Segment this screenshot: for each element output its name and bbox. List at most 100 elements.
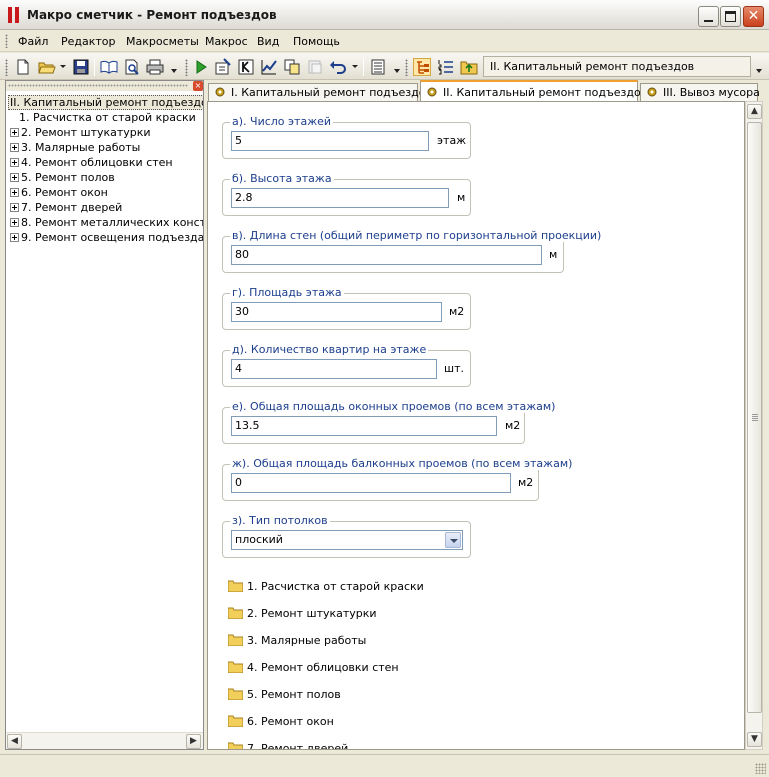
toolbar-grip-icon[interactable] <box>185 59 188 76</box>
pane-grip-icon[interactable] <box>8 84 188 87</box>
copy-icon[interactable] <box>283 58 301 76</box>
tree-item[interactable]: 1. Расчистка от старой краски <box>19 110 196 125</box>
field-group-floors: а). Число этажей 5 этаж <box>222 116 471 159</box>
toolbar-separator <box>363 58 364 76</box>
scroll-down-icon[interactable]: ▼ <box>747 732 762 747</box>
tree-item[interactable]: 6. Ремонт окон <box>10 185 108 200</box>
floors-input[interactable]: 5 <box>231 131 429 151</box>
form-panel: а). Число этажей 5 этаж б). Высота этажа… <box>207 101 745 750</box>
title-bar[interactable]: Макро сметчик - Ремонт подъездов ✕ <box>0 0 769 30</box>
menu-macro[interactable]: Макрос <box>205 35 248 48</box>
scroll-right-icon[interactable]: ▶ <box>186 734 201 749</box>
tab-capital-repair-2[interactable]: II. Капитальный ремонт подъездов <box>420 80 647 102</box>
apartments-input[interactable]: 4 <box>231 359 437 379</box>
print-preview-icon[interactable] <box>123 58 141 76</box>
tree-item[interactable]: 3. Малярные работы <box>10 140 140 155</box>
window-area-input[interactable]: 13.5 <box>231 416 497 436</box>
field-group-balcony-area: ж). Общая площадь балконных проемов (по … <box>222 458 575 501</box>
new-document-icon[interactable] <box>14 58 32 76</box>
tab-capital-repair-1[interactable]: I. Капитальный ремонт подъездов <box>208 83 432 102</box>
expand-icon[interactable] <box>10 188 19 197</box>
properties-icon[interactable] <box>214 58 232 76</box>
field-legend: з). Тип потолков <box>230 514 330 527</box>
menu-file[interactable]: Файл <box>18 35 48 48</box>
menu-grip-icon[interactable] <box>5 34 8 48</box>
tree-item[interactable]: 4. Ремонт облицовки стен <box>10 155 173 170</box>
toolbar-grip-icon[interactable] <box>405 59 408 76</box>
scroll-thumb[interactable] <box>747 122 762 713</box>
field-legend: а). Число этажей <box>230 115 334 128</box>
expand-icon[interactable] <box>10 218 19 227</box>
folder-label: 5. Ремонт полов <box>247 688 341 701</box>
open-dropdown-icon[interactable] <box>60 65 66 68</box>
folder-item[interactable]: 5. Ремонт полов <box>228 687 341 703</box>
tree-item[interactable]: 2. Ремонт штукатурки <box>10 125 151 140</box>
content-vertical-scrollbar[interactable]: ▲ ▼ <box>745 101 763 750</box>
toolbar-overflow-icon[interactable] <box>394 69 400 73</box>
menu-view[interactable]: Вид <box>257 35 279 48</box>
balcony-area-input[interactable]: 0 <box>231 473 511 493</box>
expand-icon[interactable] <box>10 143 19 152</box>
scroll-left-icon[interactable]: ◀ <box>7 734 22 749</box>
open-folder-icon[interactable] <box>38 58 56 76</box>
run-icon[interactable] <box>192 58 210 76</box>
tree-item[interactable]: 8. Ремонт металлических конструкций <box>10 215 203 230</box>
folder-item[interactable]: 2. Ремонт штукатурки <box>228 606 377 622</box>
expand-icon[interactable] <box>10 203 19 212</box>
maximize-button[interactable] <box>720 6 741 27</box>
unit-label: м2 <box>518 476 534 489</box>
expand-icon[interactable] <box>10 233 19 242</box>
book-icon[interactable] <box>100 58 118 76</box>
folder-item[interactable]: 1. Расчистка от старой краски <box>228 579 424 595</box>
tree-item-label: 8. Ремонт металлических конструкций <box>21 216 203 229</box>
tab-strip: I. Капитальный ремонт подъездов II. Капи… <box>208 80 766 102</box>
close-button[interactable]: ✕ <box>743 6 764 27</box>
expand-icon[interactable] <box>10 158 19 167</box>
undo-icon[interactable] <box>329 58 347 76</box>
pane-close-icon[interactable]: × <box>193 81 203 91</box>
scroll-up-icon[interactable]: ▲ <box>747 104 762 119</box>
tree-view-icon[interactable] <box>413 58 431 76</box>
wall-length-input[interactable]: 80 <box>231 245 542 265</box>
toolbar-overflow-icon[interactable] <box>756 69 762 73</box>
field-group-floor-area: г). Площадь этажа 30 м2 <box>222 287 471 330</box>
folder-up-icon[interactable] <box>460 58 478 76</box>
expand-icon[interactable] <box>10 128 19 137</box>
minimize-button[interactable] <box>698 6 719 27</box>
menu-help[interactable]: Помощь <box>293 35 340 48</box>
breadcrumb-combo[interactable]: II. Капитальный ремонт подъездов <box>483 56 751 77</box>
floor-height-input[interactable]: 2.8 <box>231 188 449 208</box>
unit-label: м <box>549 248 558 261</box>
chevron-down-icon[interactable] <box>445 532 461 548</box>
cut-icon[interactable] <box>306 58 324 76</box>
folder-item[interactable]: 4. Ремонт облицовки стен <box>228 660 399 676</box>
chart-icon[interactable] <box>260 58 278 76</box>
menu-editor[interactable]: Редактор <box>61 35 116 48</box>
tree-root[interactable]: II. Капитальный ремонт подъездов <box>8 95 203 110</box>
list-icon[interactable] <box>369 58 387 76</box>
tree-item[interactable]: 5. Ремонт полов <box>10 170 115 185</box>
folder-item[interactable]: 6. Ремонт окон <box>228 714 334 730</box>
ceiling-type-select[interactable]: плоский <box>231 530 463 550</box>
tree-item[interactable]: 7. Ремонт дверей <box>10 200 122 215</box>
tree-view[interactable]: II. Капитальный ремонт подъездов 1. Расч… <box>6 92 203 732</box>
print-icon[interactable] <box>146 58 164 76</box>
toolbar-grip-icon[interactable] <box>5 59 8 76</box>
save-icon[interactable] <box>72 58 90 76</box>
tree-item[interactable]: 9. Ремонт освещения подъезда <box>10 230 203 245</box>
expand-icon[interactable] <box>10 173 19 182</box>
folder-item[interactable]: 3. Малярные работы <box>228 633 366 649</box>
tree-root-label: II. Капитальный ремонт подъездов <box>8 95 203 110</box>
folder-icon <box>228 661 243 673</box>
folder-item[interactable]: 7. Ремонт дверей <box>228 741 348 749</box>
resize-grip-icon[interactable] <box>755 763 766 774</box>
numbered-list-icon[interactable] <box>437 58 455 76</box>
gears-icon <box>215 87 225 97</box>
undo-dropdown-icon[interactable] <box>352 65 358 68</box>
menu-macroestimates[interactable]: Макросметы <box>126 35 199 48</box>
toolbar-overflow-icon[interactable] <box>171 69 177 73</box>
k-icon[interactable] <box>237 58 255 76</box>
floor-area-input[interactable]: 30 <box>231 302 442 322</box>
tab-garbage-removal[interactable]: III. Вывоз мусора <box>640 83 760 102</box>
tree-horizontal-scrollbar[interactable]: ◀ ▶ <box>6 732 203 749</box>
